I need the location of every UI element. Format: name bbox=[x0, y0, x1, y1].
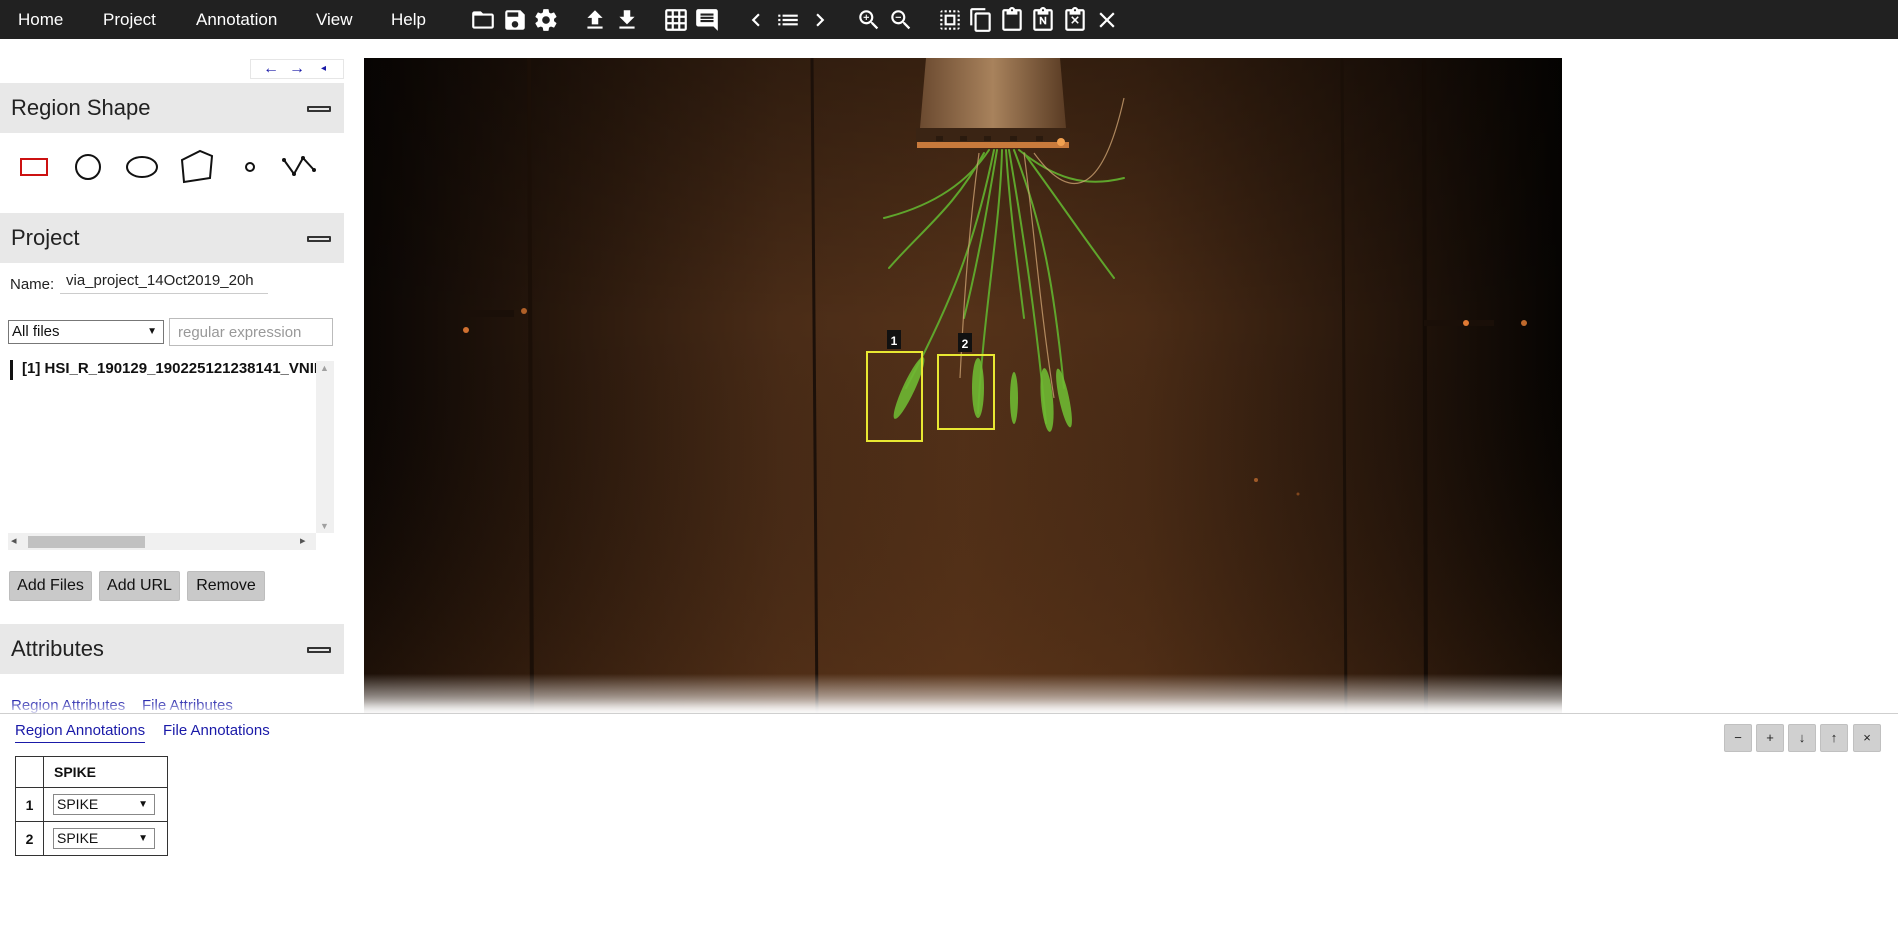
table-header-row: SPIKE bbox=[15, 756, 168, 788]
grid-icon[interactable] bbox=[663, 7, 689, 33]
back-arrow-icon[interactable]: ← bbox=[263, 60, 279, 78]
scroll-up-icon[interactable]: ▲ bbox=[320, 363, 329, 373]
delete-icon[interactable] bbox=[1062, 7, 1088, 33]
upload-icon[interactable] bbox=[582, 7, 608, 33]
rectangle-shape-icon[interactable] bbox=[12, 146, 56, 186]
attributes-title: Attributes bbox=[11, 636, 104, 661]
menu-help[interactable]: Help bbox=[391, 0, 426, 39]
remove-button[interactable]: Remove bbox=[187, 571, 265, 601]
tab-region-annotations[interactable]: Region Annotations bbox=[15, 722, 146, 743]
collapse-project-icon[interactable] bbox=[307, 236, 331, 242]
spike-select-value: SPIKE bbox=[57, 796, 99, 812]
table-header-spike: SPIKE bbox=[43, 756, 168, 788]
project-name-input[interactable] bbox=[60, 268, 268, 294]
menu-annotation[interactable]: Annotation bbox=[196, 0, 277, 39]
scrollbar-thumb[interactable] bbox=[28, 536, 145, 548]
paste-n-icon[interactable] bbox=[1030, 7, 1056, 33]
close-icon[interactable] bbox=[1094, 7, 1120, 33]
polygon-shape-icon[interactable] bbox=[174, 146, 218, 186]
region-shape-title: Region Shape bbox=[11, 95, 151, 120]
chevron-down-icon: ▼ bbox=[147, 326, 157, 337]
attributes-header[interactable]: Attributes bbox=[0, 624, 344, 674]
file-list: [1] HSI_R_190129_190225121238141_VNIR bbox=[7, 357, 334, 530]
scroll-left-icon[interactable]: ◂ bbox=[11, 534, 17, 547]
sidebar-nav: ← → ◂ bbox=[250, 59, 344, 79]
chevron-down-icon: ▼ bbox=[138, 833, 148, 844]
annotation-editor-panel: Region Annotations File Annotations − + … bbox=[0, 713, 1898, 947]
copy-icon[interactable] bbox=[968, 7, 994, 33]
increase-height-button[interactable]: + bbox=[1756, 724, 1784, 752]
folder-open-icon[interactable] bbox=[470, 7, 496, 33]
left-sidebar: ← → ◂ Region Shape Project Name: All fil… bbox=[0, 39, 344, 713]
collapse-region-shape-icon[interactable] bbox=[307, 106, 331, 112]
zoom-in-icon[interactable] bbox=[856, 7, 882, 33]
hide-sidebar-icon[interactable]: ◂ bbox=[321, 60, 326, 78]
tab-file-attributes[interactable]: File Attributes bbox=[142, 697, 233, 713]
regex-filter-input[interactable] bbox=[169, 318, 333, 346]
paste-icon[interactable] bbox=[999, 7, 1025, 33]
decrease-height-button[interactable]: − bbox=[1724, 724, 1752, 752]
file-list-item[interactable]: [1] HSI_R_190129_190225121238141_VNIR bbox=[10, 360, 320, 380]
table-cell: SPIKE ▼ bbox=[43, 787, 168, 822]
file-list-horizontal-scrollbar[interactable]: ◂ ▸ bbox=[8, 533, 316, 550]
spike-select[interactable]: SPIKE ▼ bbox=[53, 828, 155, 849]
save-icon[interactable] bbox=[502, 7, 528, 33]
project-header[interactable]: Project bbox=[0, 213, 344, 263]
scroll-down-icon[interactable]: ▼ bbox=[320, 521, 329, 531]
spike-select-value: SPIKE bbox=[57, 830, 99, 846]
table-cell: SPIKE ▼ bbox=[43, 821, 168, 856]
move-down-button[interactable]: ↓ bbox=[1788, 724, 1816, 752]
table-row: 2 SPIKE ▼ bbox=[15, 821, 168, 856]
file-filter-value: All files bbox=[12, 323, 60, 340]
settings-gear-icon[interactable] bbox=[533, 7, 559, 33]
annotated-image: 1 2 bbox=[364, 58, 1562, 713]
menu-view[interactable]: View bbox=[316, 0, 353, 39]
project-name-label: Name: bbox=[10, 276, 55, 293]
file-filter-select[interactable]: All files ▼ bbox=[8, 320, 164, 344]
polyline-shape-icon[interactable] bbox=[277, 146, 321, 186]
spike-select[interactable]: SPIKE ▼ bbox=[53, 794, 155, 815]
menu-project[interactable]: Project bbox=[103, 0, 156, 39]
add-url-button[interactable]: Add URL bbox=[99, 571, 180, 601]
add-files-button[interactable]: Add Files bbox=[9, 571, 92, 601]
tab-region-attributes[interactable]: Region Attributes bbox=[11, 697, 125, 713]
menu-home[interactable]: Home bbox=[18, 0, 63, 39]
scroll-right-icon[interactable]: ▸ bbox=[300, 534, 306, 547]
comment-icon[interactable] bbox=[694, 7, 720, 33]
move-up-button[interactable]: ↑ bbox=[1820, 724, 1848, 752]
table-header-index bbox=[15, 756, 44, 788]
tab-file-annotations[interactable]: File Annotations bbox=[163, 722, 270, 742]
close-panel-button[interactable]: × bbox=[1853, 724, 1881, 752]
zoom-out-icon[interactable] bbox=[888, 7, 914, 33]
row-index: 1 bbox=[15, 787, 44, 822]
top-menu-bar: Home Project Annotation View Help bbox=[0, 0, 1898, 39]
region-annotations-table: SPIKE 1 SPIKE ▼ 2 SPIKE ▼ bbox=[15, 756, 168, 856]
region-shape-header[interactable]: Region Shape bbox=[0, 83, 344, 133]
select-all-icon[interactable] bbox=[937, 7, 963, 33]
image-canvas[interactable]: 1 2 bbox=[364, 58, 1562, 713]
next-icon[interactable] bbox=[807, 7, 833, 33]
project-title: Project bbox=[11, 225, 80, 250]
file-list-vertical-scrollbar[interactable]: ▲ ▼ bbox=[316, 361, 334, 533]
ellipse-shape-icon[interactable] bbox=[120, 146, 164, 186]
download-icon[interactable] bbox=[614, 7, 640, 33]
row-index: 2 bbox=[15, 821, 44, 856]
chevron-down-icon: ▼ bbox=[138, 799, 148, 810]
table-row: 1 SPIKE ▼ bbox=[15, 787, 168, 822]
previous-icon[interactable] bbox=[743, 7, 769, 33]
list-icon[interactable] bbox=[775, 7, 801, 33]
forward-arrow-icon[interactable]: → bbox=[289, 60, 305, 78]
circle-shape-icon[interactable] bbox=[66, 146, 110, 186]
collapse-attributes-icon[interactable] bbox=[307, 647, 331, 653]
point-shape-icon[interactable] bbox=[228, 146, 272, 186]
